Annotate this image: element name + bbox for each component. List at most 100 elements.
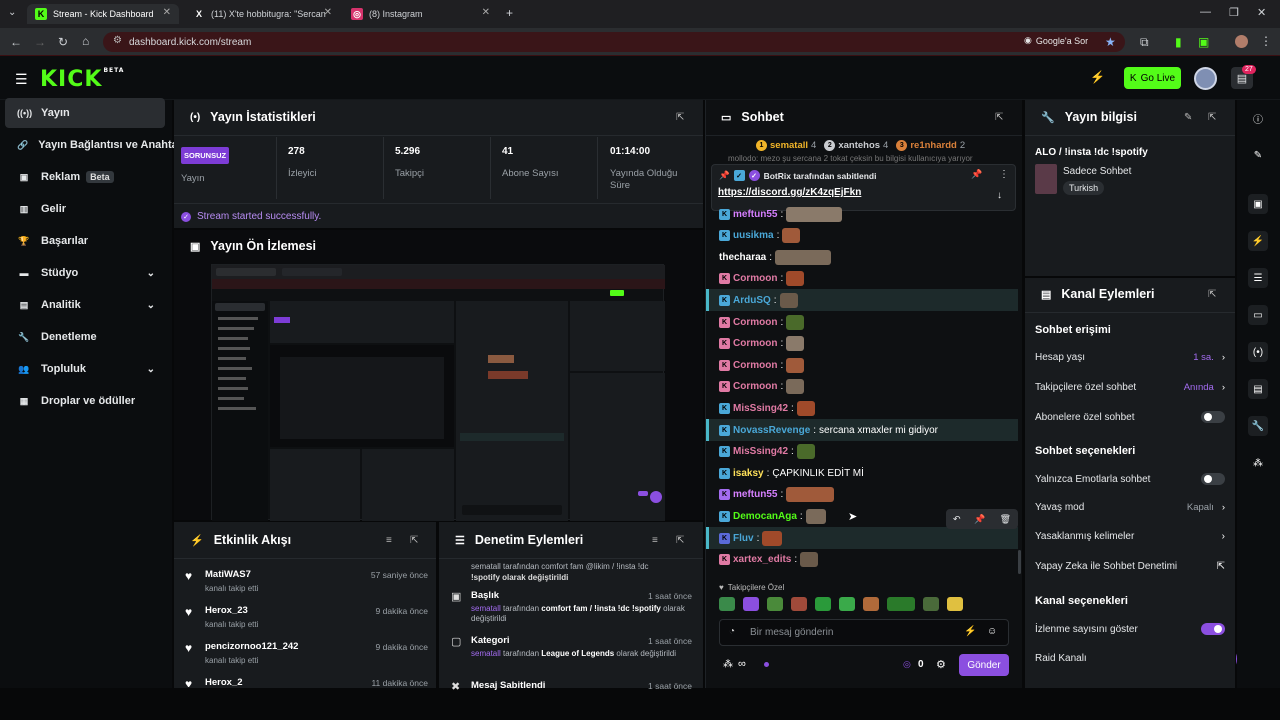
popout-icon[interactable]: ⇱ (410, 535, 418, 546)
minimize-icon[interactable]: — (1200, 6, 1211, 18)
translate-icon[interactable]: ▣ (1198, 35, 1209, 49)
chat-message[interactable]: Kisaksy: ÇAPKINLIK EDİT Mİ (719, 463, 864, 483)
chat-username[interactable]: Cormoon (733, 338, 777, 349)
emoji-icon[interactable]: ☺ (987, 626, 997, 637)
reload-icon[interactable]: ↻ (58, 35, 68, 49)
emote-button[interactable] (947, 597, 963, 611)
chat-message[interactable]: K MisSsing42: (719, 398, 815, 418)
extension-icon[interactable]: ▮ (1175, 35, 1182, 49)
wrench-icon[interactable]: 🔧 (1248, 416, 1268, 436)
tab-search-icon[interactable]: ⌄ (8, 7, 16, 18)
filter-icon[interactable]: ≡ (652, 535, 658, 546)
kick-tools-icon[interactable]: ⚡ (1090, 70, 1105, 84)
unpin-icon[interactable]: 📌 (971, 169, 982, 180)
url-field[interactable]: ⚙ dashboard.kick.com/stream (103, 32, 1125, 52)
sidebar-item[interactable]: ▥ Gelir (5, 194, 165, 224)
show-viewers-toggle[interactable] (1201, 623, 1225, 635)
chat-message[interactable]: K MisSsing42: (719, 442, 815, 462)
popout-icon[interactable]: ⇱ (1208, 289, 1216, 300)
sidebar-item[interactable]: 👥 Topluluk ⌄ (5, 354, 165, 384)
emote-button[interactable] (815, 597, 831, 611)
top-gifter[interactable]: 3 re1nhardd 2 (896, 140, 965, 151)
tab-close-icon[interactable]: ✕ (482, 7, 490, 18)
chat-username[interactable]: Cormoon (733, 381, 777, 392)
chat-username[interactable]: meftun55 (733, 489, 777, 500)
broadcast-icon[interactable]: (•) (1248, 342, 1268, 362)
popout-icon[interactable]: ⇱ (995, 112, 1003, 123)
user-avatar[interactable] (1194, 67, 1217, 90)
tab-close-icon[interactable]: ✕ (324, 7, 332, 18)
moderation-user[interactable]: sematall (471, 649, 501, 658)
emote-button[interactable] (863, 597, 879, 611)
chat-message[interactable]: Kmeftun55: (719, 485, 835, 505)
kick-tools-icon[interactable]: ⚡ (964, 626, 976, 637)
chat-username[interactable]: isaksy (733, 468, 764, 479)
chat-username[interactable]: Fluv (733, 533, 754, 544)
go-live-button[interactable]: K Go Live (1124, 67, 1181, 89)
chat-message[interactable]: Kmeftun55: (719, 204, 843, 224)
sidebar-item[interactable]: ▣ Reklam Beta (5, 162, 165, 192)
slow-mode-row[interactable]: Yavaş mod Kapalı › (1035, 502, 1225, 513)
emote-button[interactable] (743, 597, 759, 611)
chat-message[interactable]: K NovassRevenge: sercana xmaxler mi gidiyo… (719, 420, 938, 440)
infinity-icon[interactable]: ∞ (738, 658, 746, 670)
emote-button[interactable] (767, 597, 783, 611)
sidebar-item[interactable]: ((•)) Yayın (5, 98, 165, 128)
chat-message[interactable]: thecharaa: (719, 247, 832, 267)
window-close-icon[interactable]: ✕ (1257, 6, 1266, 19)
chat-icon[interactable]: ▭ (1248, 305, 1268, 325)
list-icon[interactable]: ☰ (1248, 268, 1268, 288)
home-icon[interactable]: ⌂ (82, 34, 89, 48)
kick-logo[interactable]: KICKBETA (40, 67, 124, 92)
chat-username[interactable]: xartex_edits (733, 554, 791, 565)
chat-message[interactable]: K DemocanAga: (719, 506, 826, 526)
moderation-user[interactable]: sematall (471, 604, 501, 613)
bookmark-star-icon[interactable]: ★ (1105, 35, 1116, 49)
more-apps-icon[interactable]: ⁂ (1248, 453, 1268, 473)
pinned-link[interactable]: https://discord.gg/zK4zqEjFkn (718, 187, 861, 198)
ai-moderation-row[interactable]: Yapay Zeka ile Sohbet Denetimi ⇱ (1035, 561, 1225, 572)
banned-words-row[interactable]: Yasaklanmış kelimeler › (1035, 531, 1225, 542)
chat-message[interactable]: K Cormoon: (719, 269, 805, 289)
chat-username[interactable]: Cormoon (733, 317, 777, 328)
forward-icon[interactable]: → (34, 35, 46, 49)
raid-row[interactable]: Raid Kanalı (1035, 653, 1225, 664)
hamburger-icon[interactable]: ☰ (15, 71, 28, 88)
chat-username[interactable]: DemocanAga (733, 511, 797, 522)
emote-button[interactable] (839, 597, 855, 611)
stream-preview-video[interactable]: KICK (211, 264, 665, 521)
expand-down-icon[interactable]: ↓ (997, 190, 1002, 201)
chat-message[interactable]: Kuusikma: (719, 226, 801, 246)
reply-icon[interactable]: ↶ (953, 514, 961, 525)
lightning-icon[interactable]: ⚡ (1248, 231, 1268, 251)
emote-button[interactable] (923, 597, 939, 611)
tab-close-icon[interactable]: ✕ (163, 7, 171, 18)
browser-tab-x[interactable]: X (11) X'te hobbitugra: "Sercanla ✕ (185, 4, 340, 24)
popout-icon[interactable]: ⇱ (676, 535, 684, 546)
profile-avatar[interactable] (1235, 35, 1248, 48)
chat-scrollbar[interactable] (1018, 550, 1021, 574)
settings-emote-icon[interactable]: ⁂ (723, 659, 733, 670)
followers-only-row[interactable]: Takipçilere özel sohbet Anında › (1035, 382, 1225, 393)
sidebar-item[interactable]: ▤ Analitik ⌄ (5, 290, 165, 320)
chat-message[interactable]: Kxartex_edits: (719, 550, 819, 570)
chat-message[interactable]: K Cormoon: (719, 312, 805, 332)
sidebar-item[interactable]: 🏆 Başarılar (5, 226, 165, 256)
chat-username[interactable]: uusikma (733, 230, 774, 241)
chat-settings-icon[interactable]: ⚙ (936, 658, 946, 671)
chat-message[interactable]: K Fluv: (719, 528, 783, 548)
emote-button[interactable] (887, 597, 915, 611)
category-name[interactable]: Sadece Sohbet (1063, 166, 1131, 177)
sidebar-item[interactable]: ▬ Stüdyo ⌄ (5, 258, 165, 288)
chat-message[interactable]: K Cormoon: (719, 355, 805, 375)
sidebar-item[interactable]: ▦ Droplar ve ödüller (5, 386, 165, 416)
popout-icon[interactable]: ⇱ (676, 112, 684, 123)
chat-message[interactable]: K ArduSQ: (719, 290, 798, 310)
browser-tab-kick[interactable]: K Stream - Kick Dashboard ✕ (27, 4, 179, 24)
chat-username[interactable]: Cormoon (733, 360, 777, 371)
emote-only-toggle[interactable] (1201, 473, 1225, 485)
more-icon[interactable]: ⋮ (999, 169, 1009, 180)
emote-button[interactable] (791, 597, 807, 611)
back-icon[interactable]: ← (10, 35, 22, 49)
chat-username[interactable]: MisSsing42 (733, 403, 788, 414)
